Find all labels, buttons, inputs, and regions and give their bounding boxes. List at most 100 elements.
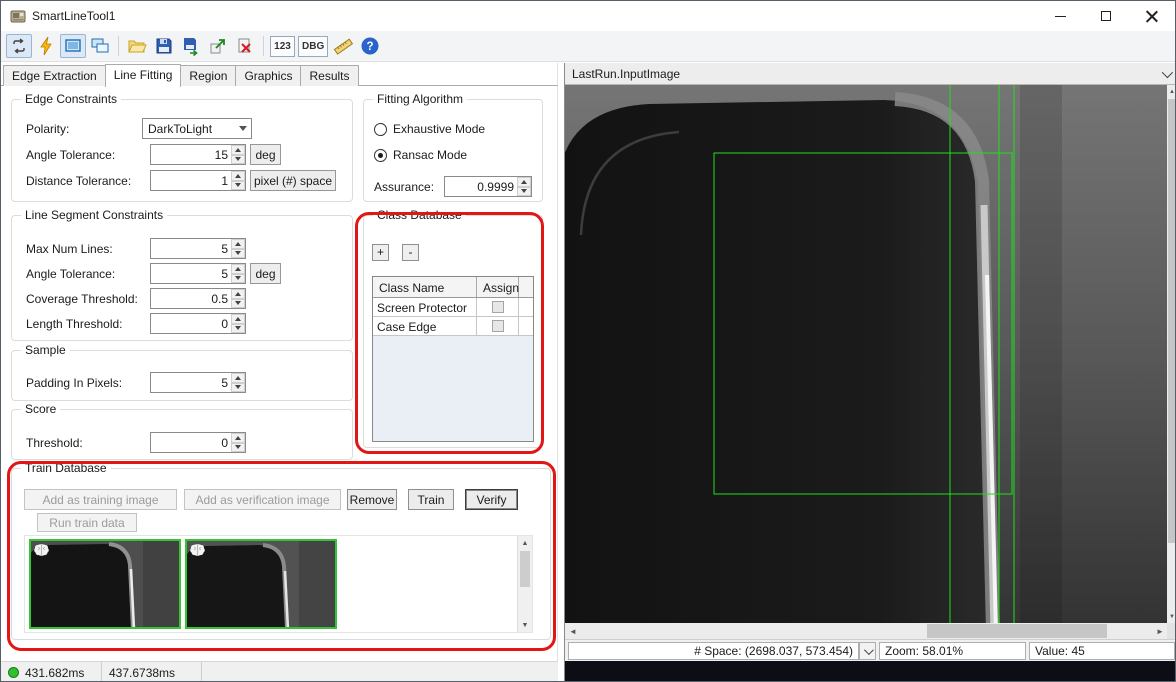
padding-spinner[interactable]: 5 — [150, 372, 246, 393]
spin-down-icon[interactable] — [231, 181, 245, 191]
class-table[interactable]: Class Name Assign Screen Protector Case … — [372, 276, 534, 442]
table-row[interactable]: Screen Protector — [373, 298, 533, 317]
maximize-button[interactable] — [1083, 1, 1129, 31]
help-button[interactable]: ? — [357, 34, 383, 58]
tab-region[interactable]: Region — [180, 65, 236, 86]
spin-up-icon[interactable] — [231, 373, 245, 383]
spin-up-icon[interactable] — [231, 433, 245, 443]
digits-123-button[interactable]: 123 — [270, 36, 295, 57]
remove-button[interactable]: Remove — [347, 489, 397, 510]
add-training-image-button[interactable]: Add as training image — [24, 489, 177, 510]
image-copy-button[interactable] — [87, 34, 113, 58]
tab-results[interactable]: Results — [300, 65, 358, 86]
tab-graphics[interactable]: Graphics — [235, 65, 301, 86]
open-button[interactable] — [124, 34, 150, 58]
spin-down-icon[interactable] — [517, 187, 531, 197]
exhaustive-mode-radio[interactable]: Exhaustive Mode — [374, 122, 485, 136]
spin-down-icon[interactable] — [231, 383, 245, 393]
spin-up-icon[interactable] — [231, 239, 245, 249]
minimize-button[interactable] — [1037, 1, 1083, 31]
app-icon — [10, 8, 26, 24]
toolbar-separator — [118, 36, 119, 56]
tab-edge-extraction[interactable]: Edge Extraction — [3, 65, 106, 86]
run-once-button[interactable] — [33, 34, 59, 58]
training-image-list[interactable]: ▲ ▼ — [24, 535, 533, 633]
spin-up-icon[interactable] — [231, 264, 245, 274]
tab-line-fitting[interactable]: Line Fitting — [105, 64, 182, 87]
spin-down-icon[interactable] — [231, 249, 245, 259]
spin-up-icon[interactable] — [231, 145, 245, 155]
table-row[interactable]: Case Edge — [373, 317, 533, 336]
training-thumbnail[interactable] — [29, 539, 181, 629]
angle-tolerance-spinner[interactable]: 15 — [150, 144, 246, 165]
measure-button[interactable] — [330, 34, 356, 58]
close-button[interactable] — [1129, 1, 1175, 31]
coverage-threshold-spinner[interactable]: 0.5 — [150, 288, 246, 309]
save-button[interactable] — [151, 34, 177, 58]
scroll-up-icon[interactable]: ▲ — [1167, 85, 1176, 98]
debug-button[interactable]: DBG — [298, 36, 328, 57]
remove-class-button[interactable]: - — [402, 244, 419, 261]
spin-down-icon[interactable] — [231, 324, 245, 334]
space-dropdown-button[interactable] — [859, 642, 876, 660]
image-panel-header: LastRun.InputImage — [565, 63, 1176, 85]
assign-checkbox[interactable] — [492, 320, 504, 332]
image-panel-title: LastRun.InputImage — [572, 67, 680, 81]
max-num-lines-spinner[interactable]: 5 — [150, 238, 246, 259]
max-num-lines-label: Max Num Lines: — [26, 242, 113, 256]
spin-down-icon[interactable] — [231, 274, 245, 284]
thumbnail-scrollbar[interactable]: ▲ ▼ — [517, 536, 532, 632]
total-time-value: 437.6738ms — [109, 666, 175, 680]
add-class-button[interactable]: + — [372, 244, 389, 261]
assign-checkbox[interactable] — [492, 301, 504, 313]
delete-button[interactable] — [232, 34, 258, 58]
training-thumbnail[interactable] — [185, 539, 337, 629]
distance-tolerance-spinner[interactable]: 1 — [150, 170, 246, 191]
image-horizontal-scrollbar[interactable]: ◄ ► — [565, 623, 1168, 639]
scrollbar-thumb[interactable] — [1168, 99, 1176, 543]
verify-button[interactable]: Verify — [465, 489, 518, 510]
spin-up-icon[interactable] — [517, 177, 531, 187]
scroll-right-icon[interactable]: ► — [1152, 623, 1168, 639]
scrollbar-thumb[interactable] — [520, 551, 530, 587]
polarity-dropdown[interactable]: DarkToLight — [142, 118, 252, 139]
spin-down-icon[interactable] — [231, 155, 245, 165]
trained-brain-icon — [189, 543, 206, 557]
assurance-spinner[interactable]: 0.9999 — [444, 176, 532, 197]
export-button[interactable] — [205, 34, 231, 58]
score-group: Score Threshold: 0 — [11, 409, 353, 460]
class-table-header: Class Name Assign — [373, 277, 533, 298]
spin-down-icon[interactable] — [231, 443, 245, 453]
angle-unit-button[interactable]: deg — [250, 144, 281, 165]
spin-up-icon[interactable] — [231, 314, 245, 324]
run-train-data-button[interactable]: Run train data — [37, 513, 137, 532]
distance-unit-button[interactable]: pixel (#) space — [250, 170, 336, 191]
close-icon — [1146, 10, 1158, 22]
image-display-button[interactable] — [60, 34, 86, 58]
column-class-name[interactable]: Class Name — [373, 277, 477, 297]
spin-up-icon[interactable] — [231, 171, 245, 181]
sample-group: Sample Padding In Pixels: 5 — [11, 350, 353, 401]
spin-up-icon[interactable] — [231, 289, 245, 299]
scroll-down-icon[interactable]: ▼ — [518, 618, 532, 632]
threshold-spinner[interactable]: 0 — [150, 432, 246, 453]
save-import-button[interactable] — [178, 34, 204, 58]
image-source-chevron-icon[interactable] — [1162, 66, 1173, 77]
scrollbar-thumb[interactable] — [927, 624, 1107, 638]
angle-tolerance-spinner[interactable]: 5 — [150, 263, 246, 284]
spin-down-icon[interactable] — [231, 299, 245, 309]
scroll-left-icon[interactable]: ◄ — [565, 623, 581, 639]
ransac-mode-radio[interactable]: Ransac Mode — [374, 148, 467, 162]
angle-unit-button[interactable]: deg — [250, 263, 281, 284]
image-vertical-scrollbar[interactable]: ▲ ▼ — [1167, 85, 1176, 623]
train-button[interactable]: Train — [408, 489, 454, 510]
distance-tolerance-label: Distance Tolerance: — [26, 174, 131, 188]
export-icon — [208, 36, 228, 56]
add-verification-image-button[interactable]: Add as verification image — [184, 489, 341, 510]
input-image-display[interactable] — [565, 85, 1168, 623]
length-threshold-spinner[interactable]: 0 — [150, 313, 246, 334]
scroll-up-icon[interactable]: ▲ — [518, 536, 532, 550]
column-assign[interactable]: Assign — [477, 277, 519, 297]
run-continuous-button[interactable] — [6, 34, 32, 58]
scroll-down-icon[interactable]: ▼ — [1167, 610, 1176, 623]
